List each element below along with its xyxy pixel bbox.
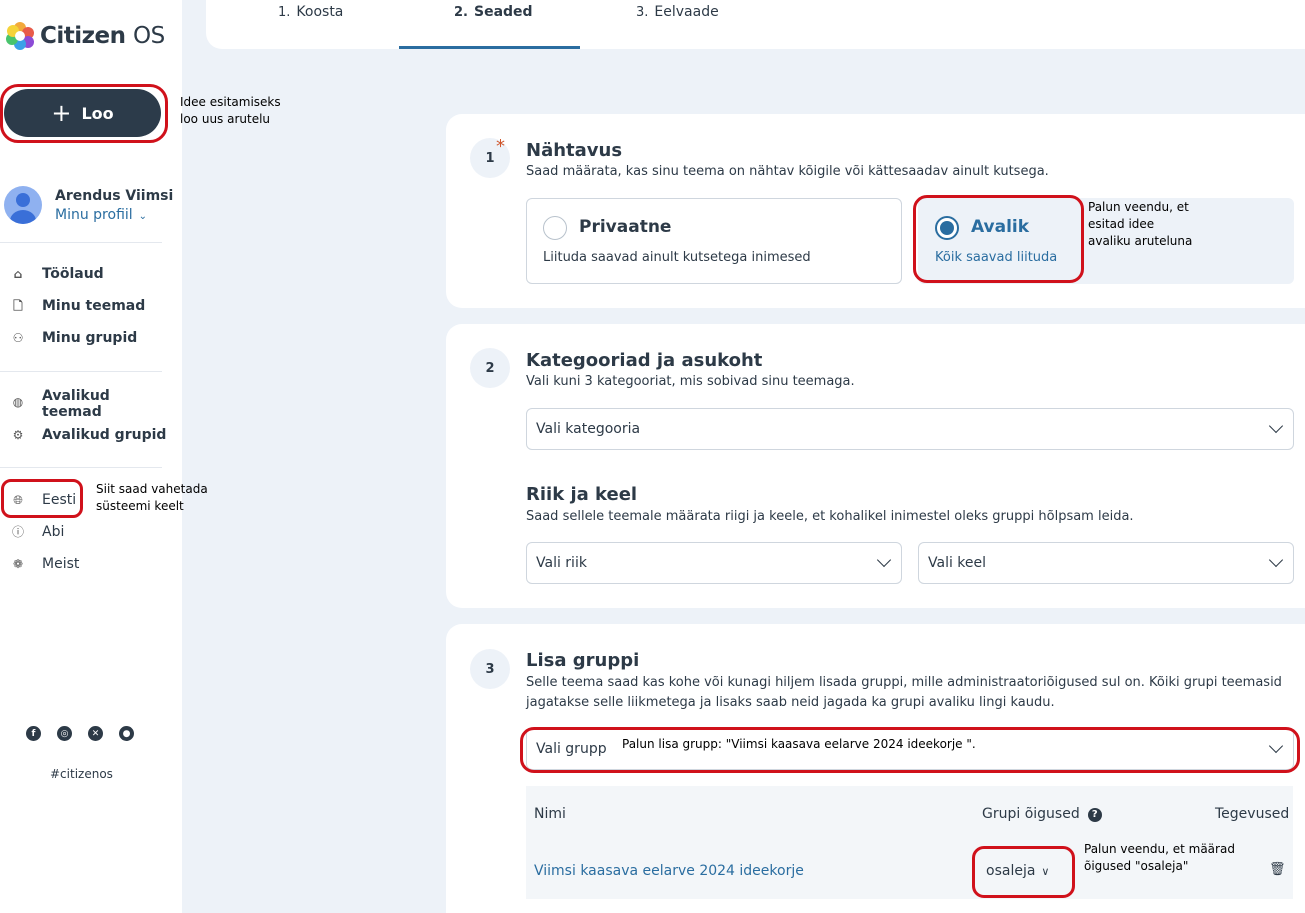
visibility-desc: Saad määrata, kas sinu teema on nähtav k…: [526, 164, 1049, 179]
x-icon[interactable]: ✕: [88, 726, 103, 741]
column-name: Nimi: [534, 806, 566, 822]
chevron-down-icon: ∨: [1041, 865, 1050, 878]
instagram-icon[interactable]: ◎: [57, 726, 72, 741]
visibility-title: Nähtavus: [526, 140, 623, 161]
step-number: 2: [470, 348, 510, 388]
chevron-down-icon: ⌄: [138, 210, 148, 222]
chevron-down-icon: [1268, 738, 1284, 754]
plus-icon: +: [51, 99, 72, 127]
annotation-public: Palun veendu, et esitad idee avaliku arute…: [1088, 200, 1193, 248]
categories-desc: Vali kuni 3 kategooriat, mis sobivad sin…: [526, 374, 855, 389]
language-icon: 🌐︎: [13, 493, 23, 507]
sidebar: Citizen OS + Loo Arendus Viimsi Minu pro…: [0, 0, 182, 913]
user-profile[interactable]: Arendus Viimsi Minu profiil ⌄: [4, 186, 173, 224]
nav-item-public-groups[interactable]: ⚙ Avalikud grupid: [10, 427, 167, 443]
country-select[interactable]: Vali riik: [526, 542, 902, 584]
tab-settings[interactable]: 2. Seaded: [454, 4, 533, 20]
nav-item-help[interactable]: ⓘ Abi: [10, 524, 64, 540]
public-title: Avalik: [971, 217, 1030, 237]
brand-name: Citizen OS: [40, 23, 165, 49]
profile-name: Arendus Viimsi: [55, 187, 174, 204]
divider: [0, 467, 162, 468]
country-language-title: Riik ja keel: [526, 484, 638, 505]
groups-icon: ⚙: [12, 428, 24, 442]
private-title: Privaatne: [579, 217, 672, 237]
tab-compose[interactable]: 1. Koosta: [278, 4, 343, 20]
public-radio[interactable]: [935, 216, 959, 240]
chevron-down-icon: [1268, 552, 1284, 568]
users-icon: ⚇: [12, 331, 24, 345]
nav-item-my-topics[interactable]: 🗋 Minu teemad: [10, 298, 145, 314]
create-button[interactable]: + Loo: [4, 89, 161, 137]
wizard-tabs: 1. Koosta 2. Seaded 3. Eelvaade: [206, 0, 1305, 49]
private-desc: Liituda saavad ainult kutsetega inimesed: [543, 250, 811, 265]
annotation-role: Palun veendu, et määrad õigused "osaleja": [1084, 842, 1235, 873]
about-icon: ❁: [12, 557, 24, 571]
nav-item-public-topics[interactable]: ◍ Avalikud teemad: [10, 388, 122, 420]
citizenos-logo-icon: [6, 22, 34, 50]
groups-title: Lisa gruppi: [526, 650, 640, 671]
chevron-down-icon: [876, 552, 892, 568]
divider: [0, 242, 162, 243]
tab-preview[interactable]: 3. Eelvaade: [636, 4, 719, 20]
help-icon: ⓘ: [11, 525, 24, 539]
delete-icon[interactable]: 🗑︎: [1269, 862, 1286, 877]
divider: [0, 371, 162, 372]
create-button-label: Loo: [81, 103, 114, 123]
language-select[interactable]: Vali keel: [918, 542, 1294, 584]
nav-item-language[interactable]: 🌐︎ Eesti: [10, 492, 76, 508]
categories-card: 2 Kategooriad ja asukoht Vali kuni 3 kat…: [446, 324, 1305, 608]
column-actions: Tegevused: [1215, 806, 1290, 822]
citizenos-logo[interactable]: Citizen OS: [6, 22, 165, 50]
github-icon[interactable]: ●: [119, 726, 134, 741]
public-desc: Kõik saavad liituda: [935, 250, 1058, 265]
my-profile-link[interactable]: Minu profiil ⌄: [55, 207, 173, 223]
category-select[interactable]: Vali kategooria: [526, 408, 1294, 450]
group-name-link[interactable]: Viimsi kaasava eelarve 2024 ideekorje: [534, 863, 804, 879]
nav-item-dashboard[interactable]: ⌂ Töölaud: [10, 266, 104, 282]
nav-item-my-groups[interactable]: ⚇ Minu grupid: [10, 330, 138, 346]
active-tab-indicator: [399, 46, 580, 49]
annotation-create: Idee esitamiseks loo uus arutelu: [180, 95, 281, 126]
groups-desc: Selle teema saad kas kohe või kunagi hil…: [526, 675, 1282, 710]
help-icon[interactable]: ?: [1087, 808, 1102, 822]
private-radio[interactable]: [543, 216, 567, 240]
country-language-desc: Saad sellele teemale määrata riigi ja ke…: [526, 509, 1134, 524]
annotation-language: Siit saad vahetada süsteemi keelt: [96, 482, 208, 513]
avatar: [4, 186, 42, 224]
column-rights: Grupi õigused?: [982, 806, 1102, 822]
group-role-select[interactable]: osaleja ∨: [986, 863, 1049, 879]
chevron-down-icon: [1268, 418, 1284, 434]
step-number: 3: [470, 649, 510, 689]
globe-icon: ◍: [12, 395, 24, 409]
nav-item-about[interactable]: ❁ Meist: [10, 556, 79, 572]
categories-title: Kategooriad ja asukoht: [526, 350, 763, 371]
visibility-option-private[interactable]: Privaatne Liituda saavad ainult kutseteg…: [526, 198, 902, 284]
social-links: f ◎ ✕ ●: [26, 726, 134, 741]
home-icon: ⌂: [13, 267, 23, 281]
hashtag: #citizenos: [50, 767, 113, 781]
document-icon: 🗋: [13, 299, 23, 313]
required-marker: *: [496, 136, 505, 157]
annotation-group: Palun lisa grupp: "Viimsi kaasava eelarv…: [622, 737, 976, 751]
facebook-icon[interactable]: f: [26, 726, 41, 741]
